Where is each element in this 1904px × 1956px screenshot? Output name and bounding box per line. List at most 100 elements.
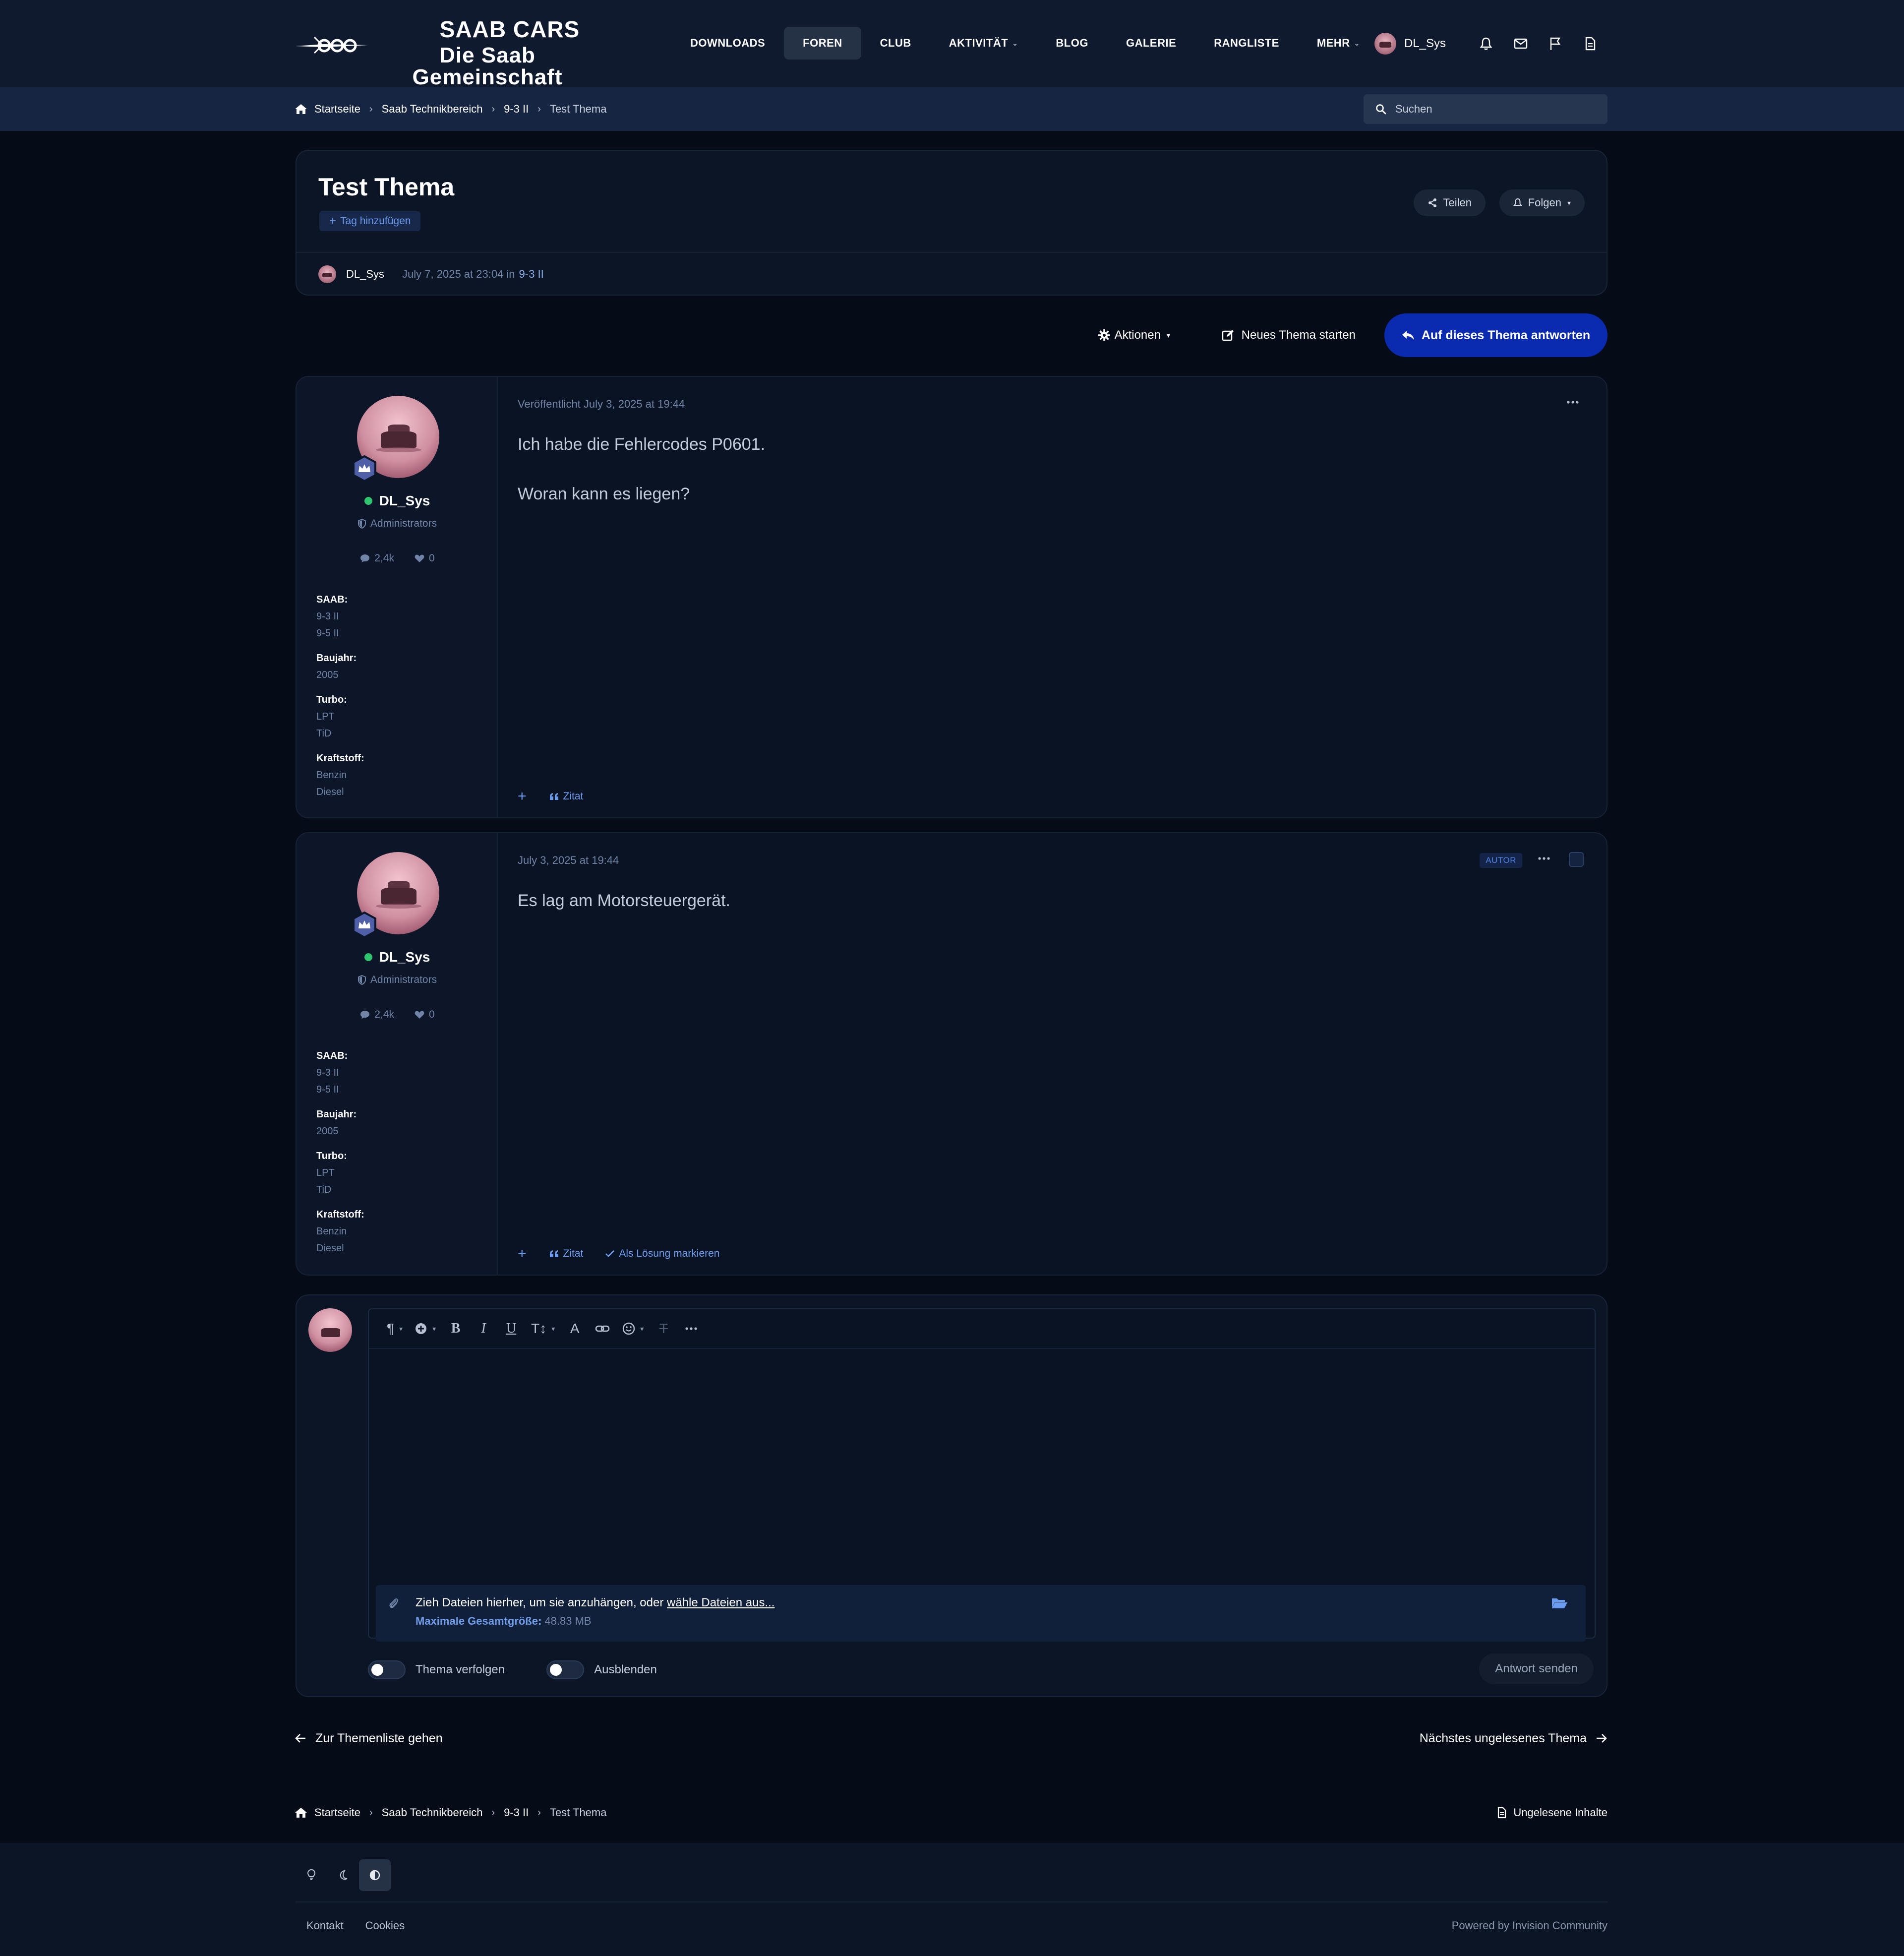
home-icon[interactable] [295, 1807, 307, 1819]
nav-aktivitaet[interactable]: AKTIVITÄT ⌄ [930, 27, 1037, 60]
breadcrumb-section[interactable]: Saab Technikbereich [382, 1806, 483, 1819]
dark-theme-button[interactable] [327, 1859, 359, 1891]
breadcrumb-forum[interactable]: 9-3 II [504, 103, 529, 116]
document-icon[interactable] [1573, 31, 1607, 57]
post-count[interactable]: 2,4k [359, 1009, 394, 1021]
new-topic-button[interactable]: Neues Thema starten [1222, 313, 1356, 357]
emoji-button[interactable]: ▾ [616, 1315, 650, 1343]
breadcrumb-forum[interactable]: 9-3 II [504, 1806, 529, 1819]
text-size-button[interactable]: T↕ ▾ [525, 1315, 561, 1343]
powered-by[interactable]: Powered by Invision Community [1452, 1919, 1607, 1932]
breadcrumb-home[interactable]: Startseite [314, 1806, 360, 1819]
chevron-right-icon: › [369, 1807, 373, 1818]
divider [297, 252, 1606, 253]
post-date[interactable]: July 3, 2025 at 19:44 [518, 854, 619, 867]
quote-button[interactable]: Zitat [549, 1248, 583, 1260]
topic-forum-link[interactable]: 9-3 II [519, 268, 544, 281]
field-value: 9-3 II [316, 611, 339, 622]
more-tools-button[interactable] [677, 1315, 705, 1343]
smiley-icon [623, 1322, 635, 1335]
italic-button[interactable]: I [470, 1315, 497, 1343]
folder-open-icon[interactable] [1551, 1596, 1568, 1610]
reply-topic-button[interactable]: Auf dieses Thema antworten [1384, 313, 1607, 357]
reputation[interactable]: 0 [414, 1009, 435, 1021]
follow-topic-toggle[interactable] [368, 1660, 406, 1679]
send-reply-button[interactable]: Antwort senden [1479, 1653, 1594, 1684]
underline-button[interactable]: U [497, 1315, 525, 1343]
breadcrumb-home[interactable]: Startseite [314, 103, 360, 116]
more-options-icon[interactable] [1563, 395, 1583, 410]
share-button[interactable]: Teilen [1413, 189, 1486, 216]
rank-badge-icon [353, 455, 376, 482]
insert-button[interactable]: ▾ [409, 1315, 442, 1343]
aktionen-button[interactable]: Aktionen ▾ [1098, 313, 1170, 357]
home-icon[interactable] [295, 103, 307, 115]
next-unread-topic-link[interactable]: Nächstes ungelesenes Thema [1420, 1725, 1607, 1752]
follow-button[interactable]: Folgen ▾ [1499, 189, 1585, 216]
nav-club[interactable]: CLUB [861, 27, 930, 60]
envelope-icon[interactable] [1503, 31, 1538, 57]
quote-button[interactable]: Zitat [549, 791, 583, 802]
clear-format-button[interactable]: T [650, 1315, 677, 1343]
post-select-checkbox[interactable] [1569, 852, 1584, 867]
nav-blog[interactable]: BLOG [1037, 27, 1107, 60]
shield-icon [357, 975, 366, 985]
text-color-button[interactable]: A [561, 1315, 589, 1343]
post-actions: + Zitat [518, 787, 605, 806]
breadcrumb-section[interactable]: Saab Technikbereich [382, 103, 483, 116]
light-theme-button[interactable] [296, 1859, 327, 1891]
unread-content-link[interactable]: Ungelesene Inhalte [1497, 1800, 1607, 1825]
avatar[interactable] [318, 265, 336, 283]
bold-button[interactable]: B [442, 1315, 470, 1343]
author-panel: DL_Sys Administrators 2,4k 0 SAAB: 9-3 I… [297, 377, 498, 817]
author-name[interactable]: DL_Sys [297, 493, 498, 509]
back-to-topic-list-label: Zur Themenliste gehen [315, 1731, 443, 1745]
nav-galerie[interactable]: GALERIE [1107, 27, 1195, 60]
breadcrumb-current: Test Thema [549, 1806, 607, 1819]
topic-header-card: Test Thema + Tag hinzufügen Teilen Folge… [296, 150, 1607, 296]
comment-icon [360, 554, 370, 562]
field-label: Turbo: [316, 694, 347, 705]
site-logo[interactable]: SAAB CARS Die Saab Gemeinschaft [295, 18, 612, 88]
choose-files-link[interactable]: wähle Dateien aus... [667, 1596, 774, 1609]
add-tag-button[interactable]: + Tag hinzufügen [319, 211, 421, 231]
search-box[interactable] [1364, 94, 1607, 124]
nav-foren[interactable]: FOREN [784, 27, 861, 60]
post-count[interactable]: 2,4k [359, 552, 394, 564]
field-label: Baujahr: [316, 653, 357, 664]
auto-theme-button[interactable] [359, 1859, 391, 1891]
moon-icon [340, 1870, 348, 1880]
nav-rangliste[interactable]: RANGLISTE [1195, 27, 1298, 60]
contact-link[interactable]: Kontakt [306, 1919, 344, 1932]
paragraph-format-button[interactable]: ¶ ▾ [381, 1315, 409, 1343]
react-plus-icon[interactable]: + [518, 1245, 527, 1262]
link-button[interactable] [589, 1315, 616, 1343]
back-to-topic-list-link[interactable]: Zur Themenliste gehen [295, 1725, 443, 1752]
field-label: Kraftstoff: [316, 1209, 364, 1220]
field-value: 9-5 II [316, 1084, 339, 1095]
flag-icon[interactable] [1538, 31, 1573, 57]
nav-mehr[interactable]: MEHR ⌄ [1298, 27, 1379, 60]
contrast-icon [369, 1870, 380, 1881]
user-name[interactable]: DL_Sys [1404, 37, 1446, 51]
cookies-link[interactable]: Cookies [365, 1919, 405, 1932]
reputation[interactable]: 0 [414, 552, 435, 564]
more-options-icon[interactable] [1534, 851, 1554, 866]
author-panel: DL_Sys Administrators 2,4k 0 SAAB: 9-3 I… [297, 833, 498, 1275]
post-date[interactable]: Veröffentlicht July 3, 2025 at 19:44 [518, 398, 685, 411]
chevron-right-icon: › [537, 103, 541, 115]
hide-toggle[interactable] [546, 1660, 585, 1679]
topic-author[interactable]: DL_Sys [346, 268, 384, 281]
rich-text-editor: ¶ ▾ ▾ B I U T↕ ▾ A ▾ T Zieh Dateien hier… [368, 1308, 1596, 1642]
unread-content-label: Ungelesene Inhalte [1513, 1806, 1607, 1819]
author-name[interactable]: DL_Sys [297, 949, 498, 965]
search-input[interactable] [1395, 103, 1594, 116]
mark-solution-button[interactable]: Als Lösung markieren [605, 1248, 719, 1260]
avatar[interactable] [1374, 33, 1396, 55]
react-plus-icon[interactable]: + [518, 788, 527, 805]
reputation-text: 0 [429, 1009, 435, 1020]
editor-text-area[interactable] [369, 1350, 1595, 1578]
attachment-dropzone[interactable]: Zieh Dateien hierher, um sie anzuhängen,… [376, 1585, 1586, 1642]
nav-downloads[interactable]: DOWNLOADS [671, 27, 784, 60]
bell-icon[interactable] [1469, 31, 1503, 57]
